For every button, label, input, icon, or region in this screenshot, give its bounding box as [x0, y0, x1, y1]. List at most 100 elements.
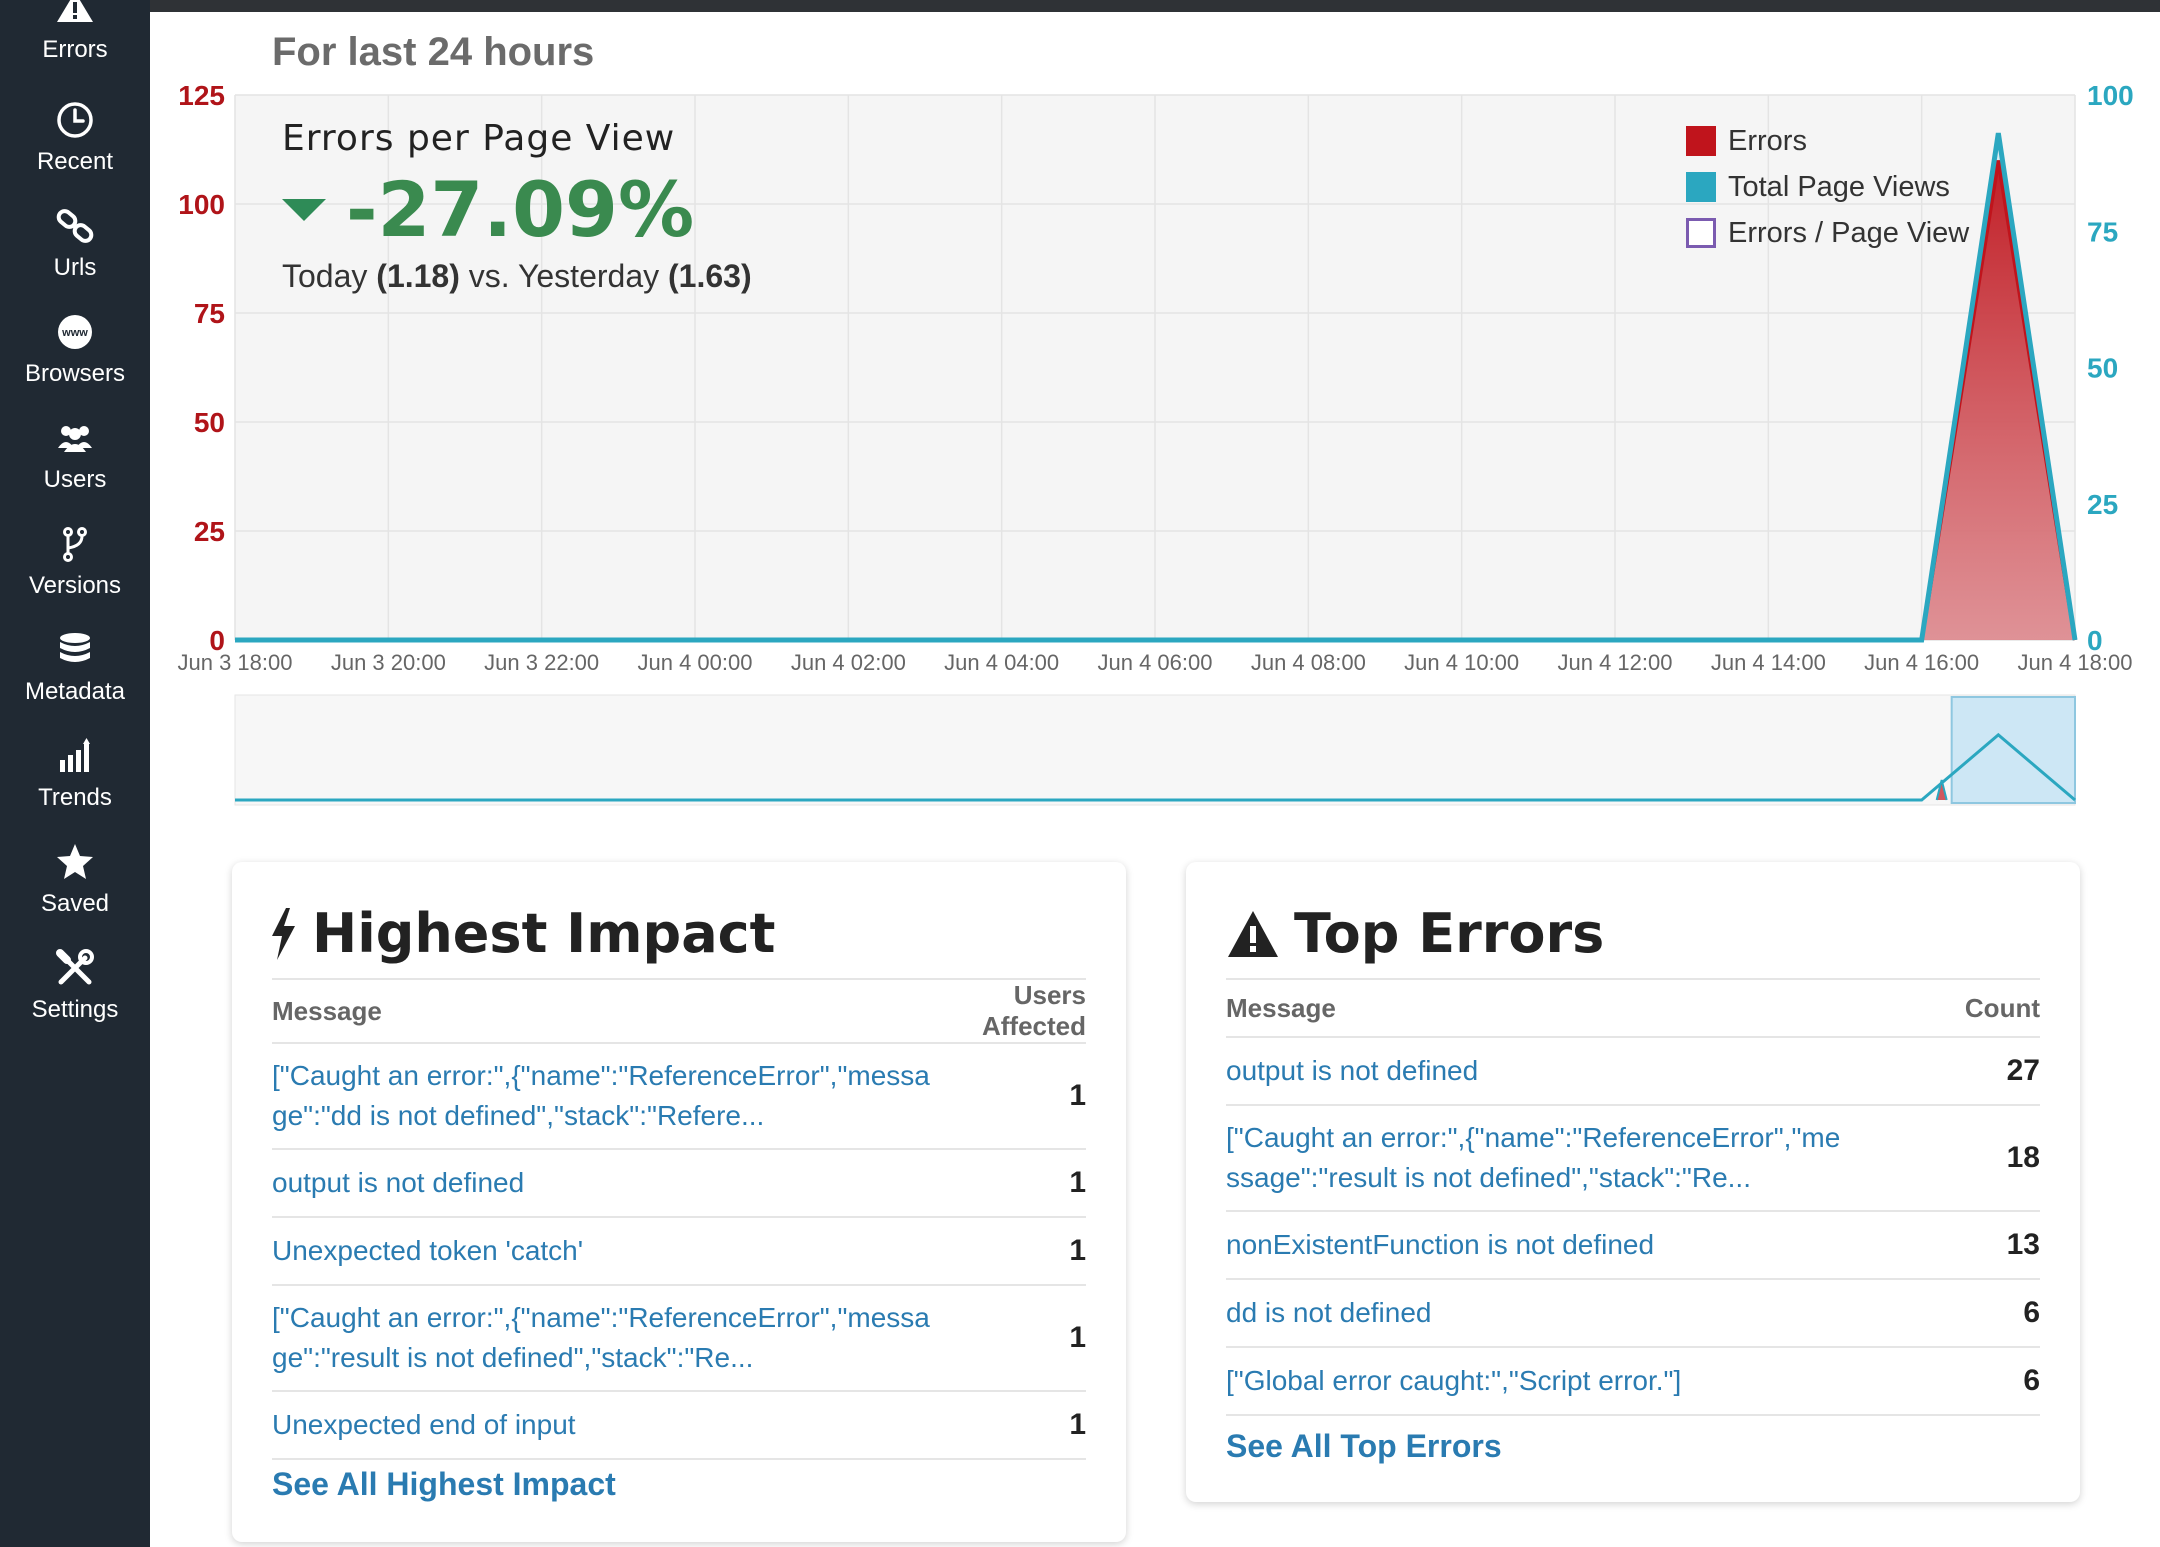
message-link[interactable]: nonExistentFunction is not defined	[1226, 1211, 1846, 1280]
chart-legend: Errors Total Page Views Errors / Page Vi…	[1686, 118, 1969, 256]
x-tick-label: Jun 3 22:00	[484, 650, 599, 675]
yesterday-label: vs. Yesterday	[468, 258, 660, 294]
top-errors-title: Top Errors	[1226, 902, 1604, 965]
users-affected-value: 1	[932, 1285, 1086, 1392]
y-right-tick-label: 50	[2087, 353, 2118, 384]
x-tick-label: Jun 4 14:00	[1711, 650, 1826, 675]
y-left-tick-label: 75	[194, 298, 225, 329]
count-value: 13	[1846, 1211, 2040, 1280]
down-arrow-icon	[282, 198, 326, 221]
table-row[interactable]: ["Caught an error:",{"name":"ReferenceEr…	[1226, 1105, 2040, 1212]
card-title-text: Highest Impact	[312, 902, 776, 965]
branch-icon	[63, 527, 87, 562]
sidebar-item-metadata[interactable]: Metadata	[0, 630, 150, 730]
table-row[interactable]: ["Global error caught:","Script error."]…	[1226, 1347, 2040, 1416]
warning-icon	[57, 0, 93, 22]
y-right-tick-label: 100	[2087, 80, 2134, 111]
x-tick-label: Jun 4 08:00	[1251, 650, 1366, 675]
sidebar-item-label: Urls	[53, 254, 97, 281]
x-tick-label: Jun 4 16:00	[1864, 650, 1979, 675]
table-row[interactable]: output is not defined 27	[1226, 1037, 2040, 1106]
sidebar-item-urls[interactable]: Urls	[0, 206, 150, 306]
sidebar-item-trends[interactable]: Trends	[0, 736, 150, 836]
star-icon	[57, 844, 93, 879]
legend-item-errors[interactable]: Errors	[1686, 118, 1969, 164]
database-icon	[60, 633, 90, 662]
sidebar-item-label: Saved	[40, 890, 110, 917]
column-header-users-affected[interactable]: Users Affected	[932, 978, 1086, 1044]
warning-icon	[1228, 910, 1278, 957]
x-tick-label: Jun 4 06:00	[1098, 650, 1213, 675]
sidebar-item-users[interactable]: Users	[0, 418, 150, 518]
navigator-selection[interactable]	[1950, 696, 2076, 804]
highest-impact-table: Message Users Affected ["Caught an error…	[272, 978, 1086, 1460]
yesterday-value: (1.63)	[668, 258, 752, 294]
trend-bars-icon	[60, 738, 90, 772]
sidebar-item-label: Errors	[42, 36, 108, 63]
x-tick-label: Jun 4 00:00	[638, 650, 753, 675]
sidebar-item-errors[interactable]: Errors	[0, 0, 150, 100]
users-affected-value: 1	[932, 1043, 1086, 1150]
y-right-tick-label: 25	[2087, 489, 2118, 520]
sidebar-item-label: Browsers	[24, 360, 126, 387]
see-all-highest-impact-link[interactable]: See All Highest Impact	[272, 1466, 616, 1503]
message-link[interactable]: ["Caught an error:",{"name":"ReferenceEr…	[272, 1043, 932, 1150]
column-header-count[interactable]: Count	[1846, 978, 2040, 1038]
column-header-message[interactable]: Message	[1226, 978, 1846, 1038]
message-link[interactable]: output is not defined	[272, 1149, 932, 1218]
users-affected-value: 1	[932, 1149, 1086, 1218]
y-left-tick-label: 125	[178, 80, 225, 111]
kpi-change: -27.09%	[282, 165, 752, 254]
see-all-top-errors-link[interactable]: See All Top Errors	[1226, 1428, 1502, 1465]
sidebar-item-label: Metadata	[24, 678, 126, 705]
table-row[interactable]: Unexpected end of input 1	[272, 1391, 1086, 1460]
sidebar-item-label: Settings	[31, 996, 119, 1023]
legend-label: Total Page Views	[1728, 170, 1950, 203]
legend-item-errors-per-page-view[interactable]: Errors / Page View	[1686, 210, 1969, 256]
table-row[interactable]: ["Caught an error:",{"name":"ReferenceEr…	[272, 1043, 1086, 1150]
table-row[interactable]: dd is not defined 6	[1226, 1279, 2040, 1348]
sidebar-item-settings[interactable]: Settings	[0, 948, 150, 1048]
tools-icon	[56, 949, 94, 985]
sidebar-item-versions[interactable]: Versions	[0, 524, 150, 624]
count-value: 18	[1846, 1105, 2040, 1212]
svg-text:www: www	[61, 327, 88, 339]
clock-icon	[57, 102, 93, 138]
sidebar-item-saved[interactable]: Saved	[0, 842, 150, 942]
users-affected-value: 1	[932, 1391, 1086, 1460]
x-axis: Jun 3 18:00 Jun 3 20:00 Jun 3 22:00 Jun 4 0…	[178, 650, 2133, 675]
message-link[interactable]: ["Global error caught:","Script error."]	[1226, 1347, 1846, 1416]
users-icon	[58, 426, 92, 452]
highest-impact-title: Highest Impact	[268, 902, 775, 965]
message-link[interactable]: dd is not defined	[1226, 1279, 1846, 1348]
message-link[interactable]: ["Caught an error:",{"name":"ReferenceEr…	[272, 1285, 932, 1392]
table-row[interactable]: output is not defined 1	[272, 1149, 1086, 1218]
sidebar-item-label: Trends	[38, 784, 112, 811]
message-link[interactable]: ["Caught an error:",{"name":"ReferenceEr…	[1226, 1105, 1846, 1212]
sidebar-item-browsers[interactable]: www Browsers	[0, 312, 150, 412]
x-tick-label: Jun 3 20:00	[331, 650, 446, 675]
period-title: For last 24 hours	[272, 30, 595, 74]
x-tick-label: Jun 4 12:00	[1558, 650, 1673, 675]
table-row[interactable]: Unexpected token 'catch' 1	[272, 1217, 1086, 1286]
sidebar-item-recent[interactable]: Recent	[0, 100, 150, 200]
x-tick-label: Jun 4 02:00	[791, 650, 906, 675]
navigator-background	[234, 694, 2076, 806]
count-value: 6	[1846, 1347, 2040, 1416]
users-affected-value: 1	[932, 1217, 1086, 1286]
count-value: 6	[1846, 1279, 2040, 1348]
legend-label: Errors / Page View	[1728, 216, 1970, 249]
y-left-tick-label: 50	[194, 407, 225, 438]
card-title-text: Top Errors	[1294, 902, 1605, 965]
table-row[interactable]: ["Caught an error:",{"name":"ReferenceEr…	[272, 1285, 1086, 1392]
message-link[interactable]: Unexpected token 'catch'	[272, 1217, 932, 1286]
legend-label: Errors	[1728, 124, 1807, 157]
legend-item-total-page-views[interactable]: Total Page Views	[1686, 164, 1969, 210]
table-row[interactable]: nonExistentFunction is not defined 13	[1226, 1211, 2040, 1280]
x-tick-label: Jun 3 18:00	[178, 650, 293, 675]
message-link[interactable]: Unexpected end of input	[272, 1391, 932, 1460]
message-link[interactable]: output is not defined	[1226, 1037, 1846, 1106]
column-header-message[interactable]: Message	[272, 978, 932, 1044]
x-tick-label: Jun 4 10:00	[1404, 650, 1519, 675]
count-value: 27	[1846, 1037, 2040, 1106]
